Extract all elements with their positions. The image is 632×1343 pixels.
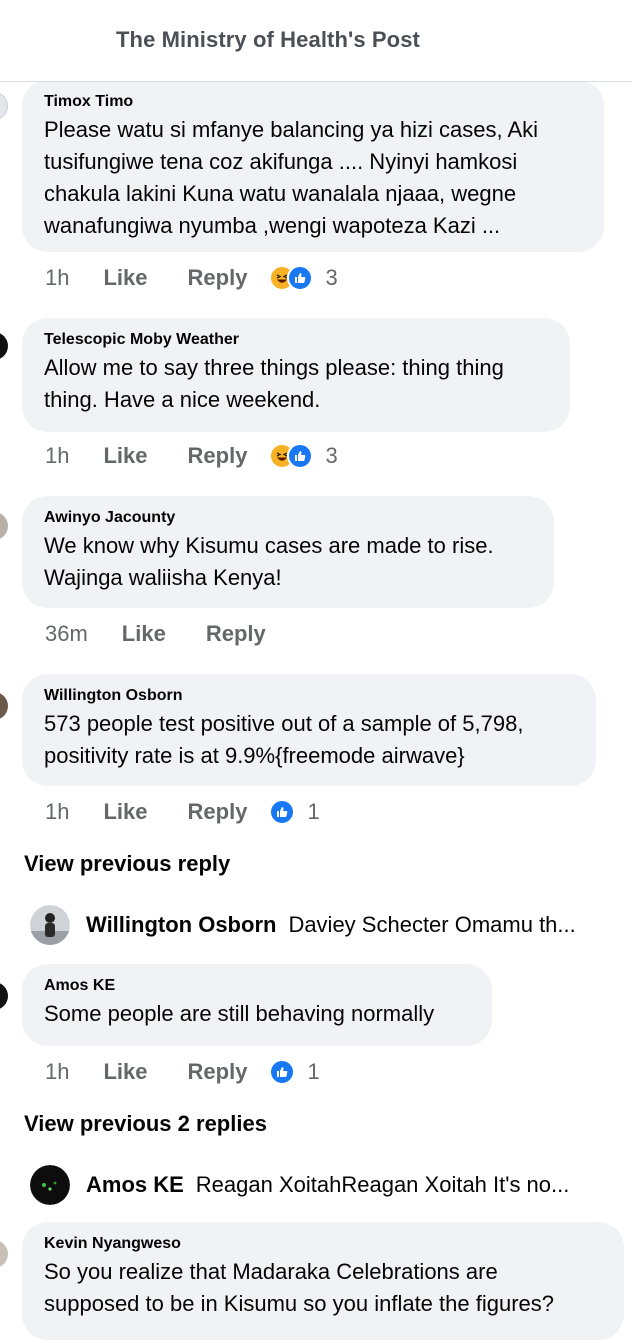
comment-bubble[interactable]: Willington Osborn 573 people test positi… [22,674,596,786]
reply-button[interactable]: Reply [188,443,248,469]
comment-bubble[interactable]: Awinyo Jacounty We know why Kisumu cases… [22,496,554,608]
comment-author[interactable]: Amos KE [44,976,470,996]
reply-preview[interactable]: Willington Osborn Daviey Schecter Omamu … [30,904,620,946]
like-button[interactable]: Like [103,1059,147,1085]
page-title: The Ministry of Health's Post [116,27,420,52]
reply-button[interactable]: Reply [188,799,248,825]
comment-actions: 36m Like Reply [45,618,306,650]
comment-text: So you realize that Madaraka Celebration… [44,1259,554,1316]
like-icon [287,265,314,291]
comment-author[interactable]: Awinyo Jacounty [44,508,532,528]
comment-time[interactable]: 1h [45,799,69,825]
comment-bubble[interactable]: Amos KE Some people are still behaving n… [22,964,492,1046]
avatar[interactable] [0,982,8,1010]
avatar[interactable] [30,1165,70,1205]
like-icon [269,1059,296,1085]
post-header: The Ministry of Health's Post [0,0,632,82]
reply-button[interactable]: Reply [188,265,248,291]
reply-button[interactable]: Reply [188,1059,248,1085]
comment-author[interactable]: Telescopic Moby Weather [44,330,548,350]
comment-author[interactable]: Kevin Nyangweso [44,1234,602,1254]
view-previous-replies-link[interactable]: View previous 2 replies [24,1111,267,1137]
comment-actions: 1h Like Reply 1 [45,796,320,828]
comment-actions: 1h Like Reply 1 [45,1056,320,1088]
like-icon [269,799,296,825]
avatar[interactable] [0,512,8,540]
reaction-summary[interactable]: 1 [269,1059,320,1085]
comment-bubble[interactable]: Kevin Nyangweso So you realize that Mada… [22,1222,624,1340]
reply-author[interactable]: Willington Osborn [86,912,276,938]
avatar[interactable] [0,1240,8,1268]
reply-author[interactable]: Amos KE [86,1172,184,1198]
avatar[interactable] [30,905,70,945]
comment-text: We know why Kisumu cases are made to ris… [44,533,494,590]
reaction-count: 3 [325,265,338,290]
view-previous-replies-link[interactable]: View previous reply [24,851,230,877]
comment-actions: 1h Like Reply 3 [45,440,338,472]
comment-bubble[interactable]: Telescopic Moby Weather Allow me to say … [22,318,570,432]
comment-author[interactable]: Timox Timo [44,92,582,112]
avatar[interactable] [0,92,8,120]
comment-time[interactable]: 1h [45,265,69,291]
comment-actions: 1h Like Reply 3 [45,262,338,294]
like-button[interactable]: Like [103,265,147,291]
reply-button[interactable]: Reply [206,621,266,647]
like-button[interactable]: Like [122,621,166,647]
reaction-summary[interactable]: 3 [269,443,338,469]
reaction-summary[interactable]: 1 [269,799,320,825]
avatar[interactable] [0,332,8,360]
reaction-summary[interactable]: 3 [269,265,338,291]
like-button[interactable]: Like [103,443,147,469]
comment-time[interactable]: 1h [45,1059,69,1085]
like-button[interactable]: Like [103,799,147,825]
reaction-count: 1 [307,799,320,824]
comment-time[interactable]: 1h [45,443,69,469]
reply-text: Reagan XoitahReagan Xoitah It's no... [195,1172,570,1197]
comment-text: Please watu si mfanye balancing ya hizi … [44,117,539,238]
reply-text: Daviey Schecter Omamu th... [288,912,576,937]
comment-author[interactable]: Willington Osborn [44,686,574,706]
comment-text: 573 people test positive out of a sample… [44,711,524,768]
comment-text: Allow me to say three things please: thi… [44,355,504,412]
reaction-count: 3 [325,443,338,468]
comment-text: Some people are still behaving normally [44,1001,435,1026]
reaction-count: 1 [307,1059,320,1084]
like-icon [287,443,314,469]
reply-preview[interactable]: Amos KE Reagan XoitahReagan Xoitah It's … [30,1164,620,1206]
comment-bubble[interactable]: Timox Timo Please watu si mfanye balanci… [22,80,604,252]
avatar[interactable] [0,692,8,720]
comment-time[interactable]: 36m [45,621,88,647]
